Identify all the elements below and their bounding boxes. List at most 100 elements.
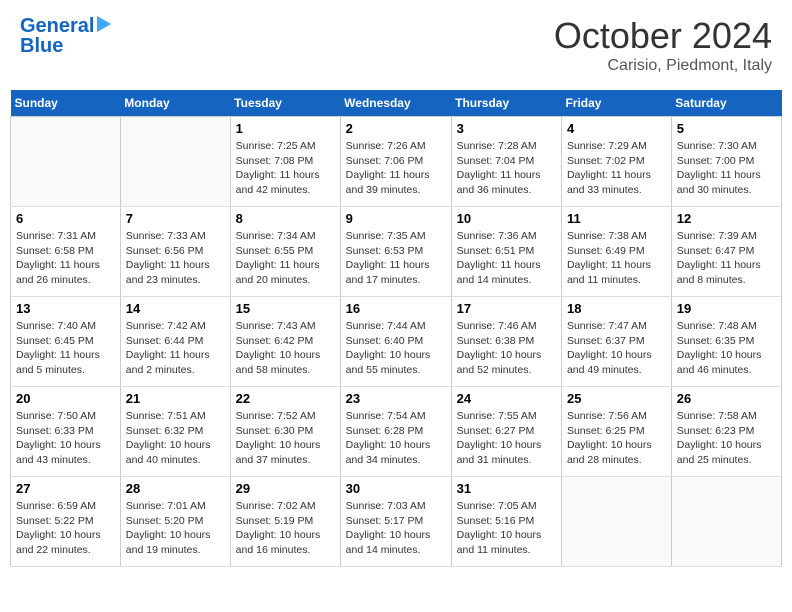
calendar-cell: 23 Sunrise: 7:54 AM Sunset: 6:28 PM Dayli…	[340, 387, 451, 477]
day-number: 4	[567, 121, 666, 136]
day-info: Sunrise: 7:50 AM Sunset: 6:33 PM Dayligh…	[16, 409, 115, 468]
day-info: Sunrise: 7:02 AM Sunset: 5:19 PM Dayligh…	[236, 499, 335, 558]
day-number: 1	[236, 121, 335, 136]
location: Carisio, Piedmont, Italy	[554, 57, 772, 75]
day-info: Sunrise: 7:26 AM Sunset: 7:06 PM Dayligh…	[346, 139, 446, 198]
calendar-cell	[120, 117, 230, 207]
day-info: Sunrise: 7:55 AM Sunset: 6:27 PM Dayligh…	[457, 409, 556, 468]
month-title: October 2024	[554, 15, 772, 57]
day-number: 10	[457, 211, 556, 226]
day-number: 2	[346, 121, 446, 136]
calendar-cell: 27 Sunrise: 6:59 AM Sunset: 5:22 PM Dayli…	[11, 477, 121, 567]
calendar-cell: 5 Sunrise: 7:30 AM Sunset: 7:00 PM Daylig…	[671, 117, 781, 207]
calendar-cell	[671, 477, 781, 567]
calendar-cell: 29 Sunrise: 7:02 AM Sunset: 5:19 PM Dayli…	[230, 477, 340, 567]
logo-blue: Blue	[20, 35, 111, 57]
header-thursday: Thursday	[451, 90, 561, 117]
title-block: October 2024 Carisio, Piedmont, Italy	[554, 15, 772, 75]
day-number: 17	[457, 301, 556, 316]
day-info: Sunrise: 7:47 AM Sunset: 6:37 PM Dayligh…	[567, 319, 666, 378]
calendar-cell: 24Sunrise: 7:55 AM Sunset: 6:27 PM Dayli…	[451, 387, 561, 477]
day-number: 28	[126, 481, 225, 496]
logo-general: General	[20, 15, 94, 37]
day-number: 8	[236, 211, 335, 226]
day-info: Sunrise: 7:29 AM Sunset: 7:02 PM Dayligh…	[567, 139, 666, 198]
day-number: 22	[236, 391, 335, 406]
logo-arrow-icon	[97, 16, 111, 32]
day-number: 15	[236, 301, 335, 316]
day-number: 18	[567, 301, 666, 316]
calendar-cell: 10Sunrise: 7:36 AM Sunset: 6:51 PM Dayli…	[451, 207, 561, 297]
calendar-header-row: SundayMondayTuesdayWednesdayThursdayFrid…	[11, 90, 782, 117]
calendar-table: SundayMondayTuesdayWednesdayThursdayFrid…	[10, 90, 782, 567]
day-number: 5	[677, 121, 776, 136]
calendar-cell: 3 Sunrise: 7:28 AM Sunset: 7:04 PM Daylig…	[451, 117, 561, 207]
calendar-cell: 31 Sunrise: 7:05 AM Sunset: 5:16 PM Dayli…	[451, 477, 561, 567]
day-info: Sunrise: 7:05 AM Sunset: 5:16 PM Dayligh…	[457, 499, 556, 558]
header-friday: Friday	[561, 90, 671, 117]
calendar-cell: 16 Sunrise: 7:44 AM Sunset: 6:40 PM Dayli…	[340, 297, 451, 387]
calendar-week-1: 1 Sunrise: 7:25 AM Sunset: 7:08 PM Daylig…	[11, 117, 782, 207]
calendar-cell: 1 Sunrise: 7:25 AM Sunset: 7:08 PM Daylig…	[230, 117, 340, 207]
calendar-cell: 26 Sunrise: 7:58 AM Sunset: 6:23 PM Dayli…	[671, 387, 781, 477]
day-number: 26	[677, 391, 776, 406]
day-info: Sunrise: 7:48 AM Sunset: 6:35 PM Dayligh…	[677, 319, 776, 378]
day-number: 11	[567, 211, 666, 226]
calendar-cell: 14Sunrise: 7:42 AM Sunset: 6:44 PM Dayli…	[120, 297, 230, 387]
calendar-cell: 13 Sunrise: 7:40 AM Sunset: 6:45 PM Dayli…	[11, 297, 121, 387]
calendar-cell: 7Sunrise: 7:33 AM Sunset: 6:56 PM Daylig…	[120, 207, 230, 297]
day-info: Sunrise: 7:54 AM Sunset: 6:28 PM Dayligh…	[346, 409, 446, 468]
calendar-cell: 11 Sunrise: 7:38 AM Sunset: 6:49 PM Dayli…	[561, 207, 671, 297]
calendar-cell: 9Sunrise: 7:35 AM Sunset: 6:53 PM Daylig…	[340, 207, 451, 297]
page-header: General Blue October 2024 Carisio, Piedm…	[10, 10, 782, 80]
day-number: 23	[346, 391, 446, 406]
calendar-cell: 21Sunrise: 7:51 AM Sunset: 6:32 PM Dayli…	[120, 387, 230, 477]
day-info: Sunrise: 7:01 AM Sunset: 5:20 PM Dayligh…	[126, 499, 225, 558]
day-number: 14	[126, 301, 225, 316]
logo-text: General	[20, 15, 94, 37]
day-number: 3	[457, 121, 556, 136]
day-info: Sunrise: 7:52 AM Sunset: 6:30 PM Dayligh…	[236, 409, 335, 468]
calendar-cell: 15 Sunrise: 7:43 AM Sunset: 6:42 PM Dayli…	[230, 297, 340, 387]
day-info: Sunrise: 7:28 AM Sunset: 7:04 PM Dayligh…	[457, 139, 556, 198]
header-wednesday: Wednesday	[340, 90, 451, 117]
day-number: 20	[16, 391, 115, 406]
day-info: Sunrise: 7:38 AM Sunset: 6:49 PM Dayligh…	[567, 229, 666, 288]
day-number: 9	[346, 211, 446, 226]
day-info: Sunrise: 7:43 AM Sunset: 6:42 PM Dayligh…	[236, 319, 335, 378]
logo: General Blue	[20, 15, 111, 57]
day-info: Sunrise: 7:44 AM Sunset: 6:40 PM Dayligh…	[346, 319, 446, 378]
header-monday: Monday	[120, 90, 230, 117]
calendar-cell: 25Sunrise: 7:56 AM Sunset: 6:25 PM Dayli…	[561, 387, 671, 477]
header-tuesday: Tuesday	[230, 90, 340, 117]
day-info: Sunrise: 7:30 AM Sunset: 7:00 PM Dayligh…	[677, 139, 776, 198]
day-number: 29	[236, 481, 335, 496]
day-info: Sunrise: 6:59 AM Sunset: 5:22 PM Dayligh…	[16, 499, 115, 558]
calendar-cell: 17Sunrise: 7:46 AM Sunset: 6:38 PM Dayli…	[451, 297, 561, 387]
calendar-week-4: 20 Sunrise: 7:50 AM Sunset: 6:33 PM Dayli…	[11, 387, 782, 477]
day-number: 31	[457, 481, 556, 496]
calendar-cell: 8 Sunrise: 7:34 AM Sunset: 6:55 PM Daylig…	[230, 207, 340, 297]
calendar-week-3: 13 Sunrise: 7:40 AM Sunset: 6:45 PM Dayli…	[11, 297, 782, 387]
calendar-week-5: 27 Sunrise: 6:59 AM Sunset: 5:22 PM Dayli…	[11, 477, 782, 567]
day-number: 27	[16, 481, 115, 496]
calendar-cell: 28 Sunrise: 7:01 AM Sunset: 5:20 PM Dayli…	[120, 477, 230, 567]
calendar-week-2: 6Sunrise: 7:31 AM Sunset: 6:58 PM Daylig…	[11, 207, 782, 297]
calendar-cell: 30Sunrise: 7:03 AM Sunset: 5:17 PM Dayli…	[340, 477, 451, 567]
calendar-cell: 18 Sunrise: 7:47 AM Sunset: 6:37 PM Dayli…	[561, 297, 671, 387]
day-number: 7	[126, 211, 225, 226]
day-number: 13	[16, 301, 115, 316]
day-info: Sunrise: 7:34 AM Sunset: 6:55 PM Dayligh…	[236, 229, 335, 288]
calendar-cell: 20 Sunrise: 7:50 AM Sunset: 6:33 PM Dayli…	[11, 387, 121, 477]
day-number: 16	[346, 301, 446, 316]
day-number: 12	[677, 211, 776, 226]
day-number: 19	[677, 301, 776, 316]
day-info: Sunrise: 7:03 AM Sunset: 5:17 PM Dayligh…	[346, 499, 446, 558]
day-info: Sunrise: 7:25 AM Sunset: 7:08 PM Dayligh…	[236, 139, 335, 198]
calendar-cell: 4 Sunrise: 7:29 AM Sunset: 7:02 PM Daylig…	[561, 117, 671, 207]
header-saturday: Saturday	[671, 90, 781, 117]
day-number: 21	[126, 391, 225, 406]
day-info: Sunrise: 7:40 AM Sunset: 6:45 PM Dayligh…	[16, 319, 115, 378]
day-info: Sunrise: 7:56 AM Sunset: 6:25 PM Dayligh…	[567, 409, 666, 468]
day-info: Sunrise: 7:58 AM Sunset: 6:23 PM Dayligh…	[677, 409, 776, 468]
